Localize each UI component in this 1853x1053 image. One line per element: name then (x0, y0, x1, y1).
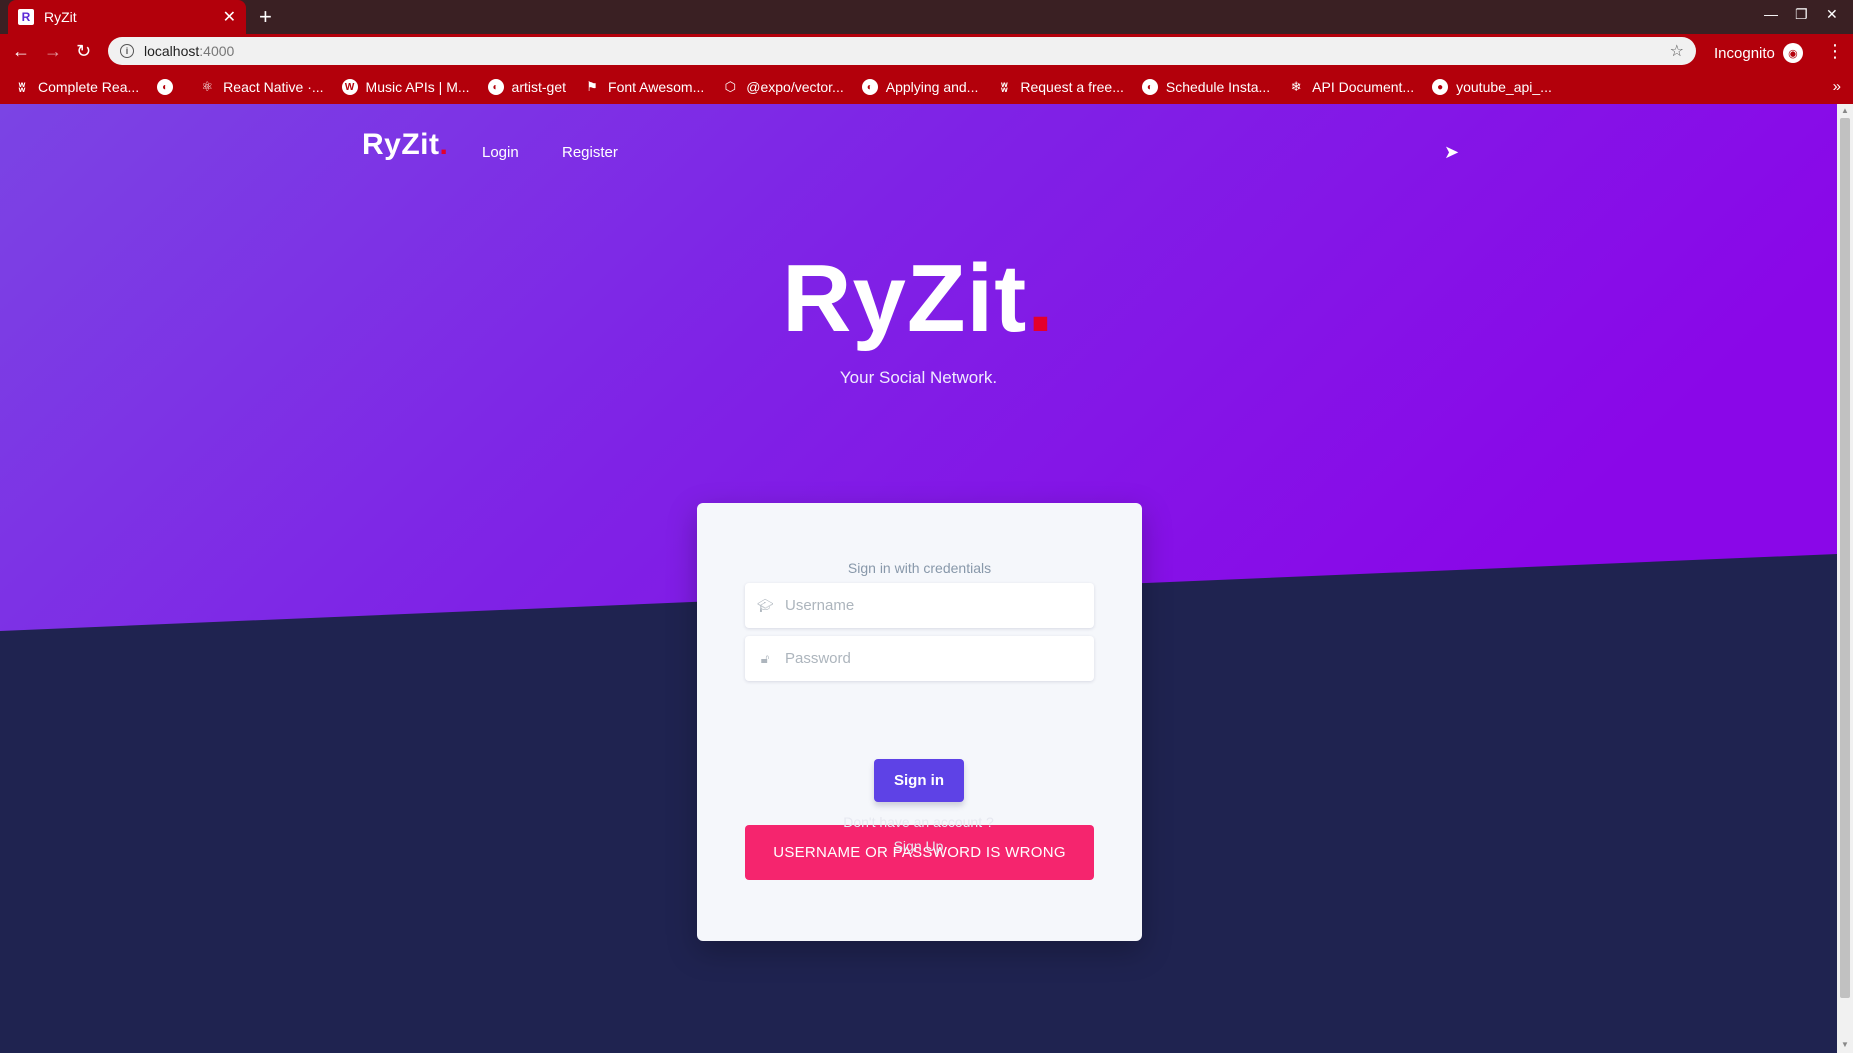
bookmarks-bar: ʬ Complete Rea... ◐ ⚛ React Native ·... WM… (0, 70, 1853, 104)
brand-logo[interactable]: RyZit. (362, 128, 448, 162)
github-icon: ● (1432, 79, 1449, 95)
bookmark-item[interactable]: ʬ Complete Rea... (14, 79, 140, 95)
globe-icon: ◐ (487, 79, 504, 95)
incognito-icon: ◉ (1782, 43, 1803, 63)
flag-icon: ⚑ (586, 79, 598, 94)
bookmark-item[interactable]: ◐ Applying and... (861, 79, 978, 95)
globe-icon: ◐ (861, 79, 878, 95)
new-tab-icon[interactable]: + (259, 4, 272, 30)
reload-icon[interactable]: ↻ (76, 41, 91, 61)
bookmark-star-icon[interactable]: ☆ (1670, 41, 1684, 61)
address-bar[interactable]: i localhost:4000 ☆ (108, 37, 1696, 65)
graduation-cap-icon: 🎓︎ (757, 597, 774, 613)
username-input[interactable] (785, 597, 1075, 614)
forward-icon[interactable]: → (44, 41, 62, 61)
bookmark-w-icon: ʬ (1000, 79, 1008, 95)
nav-register-link[interactable]: Register (562, 144, 618, 161)
bookmark-item[interactable]: W Music APIs | M... (341, 79, 470, 95)
scroll-down-icon[interactable]: ▼ (1841, 1040, 1849, 1049)
bookmark-item[interactable]: ● youtube_api_... (1432, 79, 1552, 95)
expo-icon: ⬡ (724, 79, 736, 94)
login-heading: Sign in with credentials (847, 560, 992, 576)
sign-up-link[interactable]: Sign Up (0, 838, 1837, 854)
paper-plane-icon[interactable]: ➤ (1444, 142, 1459, 163)
globe-icon: ◐ (157, 79, 174, 95)
close-window-icon[interactable]: ✕ (1826, 6, 1838, 23)
globe-icon: ◐ (1141, 79, 1158, 95)
page-viewport: RyZit. Login Register ➤ RyZit. Your Soci… (0, 104, 1837, 1053)
react-icon: ⚛ (201, 79, 213, 94)
bookmark-item[interactable]: ◐ (157, 79, 181, 95)
username-field[interactable]: 🎓︎ (745, 583, 1094, 628)
more-bookmarks-icon[interactable]: » (1833, 78, 1841, 95)
tab-strip: R RyZit ✕ + — ❐ ✕ (0, 0, 1853, 34)
incognito-indicator[interactable]: Incognito ◉ (1714, 43, 1803, 63)
back-icon[interactable]: ← (12, 41, 30, 61)
top-navbar: RyZit. Login Register ➤ (362, 128, 1462, 168)
bookmark-item[interactable]: ◐ artist-get (487, 79, 566, 95)
login-card: Sign in with credentials 🎓︎ 🔓︎ Sign in U… (697, 503, 1142, 941)
bookmark-item[interactable]: ❄ API Document... (1288, 79, 1414, 95)
snowflake-icon: ❄ (1290, 79, 1302, 94)
page-scrollbar[interactable]: ▲ ▼ (1837, 104, 1853, 1053)
bookmark-item[interactable]: ʬ Request a free... (996, 79, 1124, 95)
bookmark-item[interactable]: ◐ Schedule Insta... (1141, 79, 1270, 95)
browser-toolbar: ← → ↻ i localhost:4000 ☆ Incognito ◉ (0, 34, 1853, 70)
lock-icon: 🔓︎ (760, 650, 770, 666)
hero-subtitle: Your Social Network. (839, 368, 998, 387)
password-input[interactable] (785, 650, 1075, 667)
hero-title: RyZit. (782, 245, 1055, 352)
browser-tab[interactable]: R RyZit ✕ (8, 0, 246, 34)
site-info-icon[interactable]: i (120, 44, 134, 58)
tab-favicon: R (18, 9, 34, 25)
browser-chrome: R RyZit ✕ + — ❐ ✕ ← → ↻ i localhost:4000… (0, 0, 1853, 104)
bookmark-item[interactable]: ⚛ React Native ·... (199, 79, 323, 95)
minimize-icon[interactable]: — (1764, 6, 1778, 22)
scroll-up-icon[interactable]: ▲ (1841, 106, 1849, 115)
wordpress-icon: W (341, 79, 358, 95)
bookmark-item[interactable]: ⬡ @expo/vector... (722, 79, 844, 95)
tab-title: RyZit (44, 9, 77, 25)
nav-login-link[interactable]: Login (482, 144, 519, 161)
bookmark-w-icon: ʬ (18, 79, 26, 95)
scrollbar-thumb[interactable] (1840, 118, 1850, 998)
password-field[interactable]: 🔓︎ (745, 636, 1094, 681)
incognito-label: Incognito (1714, 44, 1775, 62)
sign-in-button[interactable]: Sign in (874, 759, 964, 802)
browser-menu-icon[interactable]: ⋮ (1826, 41, 1844, 62)
bookmark-item[interactable]: ⚑ Font Awesom... (584, 79, 704, 95)
url-host: localhost (144, 43, 200, 59)
restore-icon[interactable]: ❐ (1795, 6, 1808, 23)
url-port: :4000 (199, 43, 235, 59)
close-tab-icon[interactable]: ✕ (223, 7, 236, 27)
no-account-text: Don't have an account ? (843, 814, 994, 830)
